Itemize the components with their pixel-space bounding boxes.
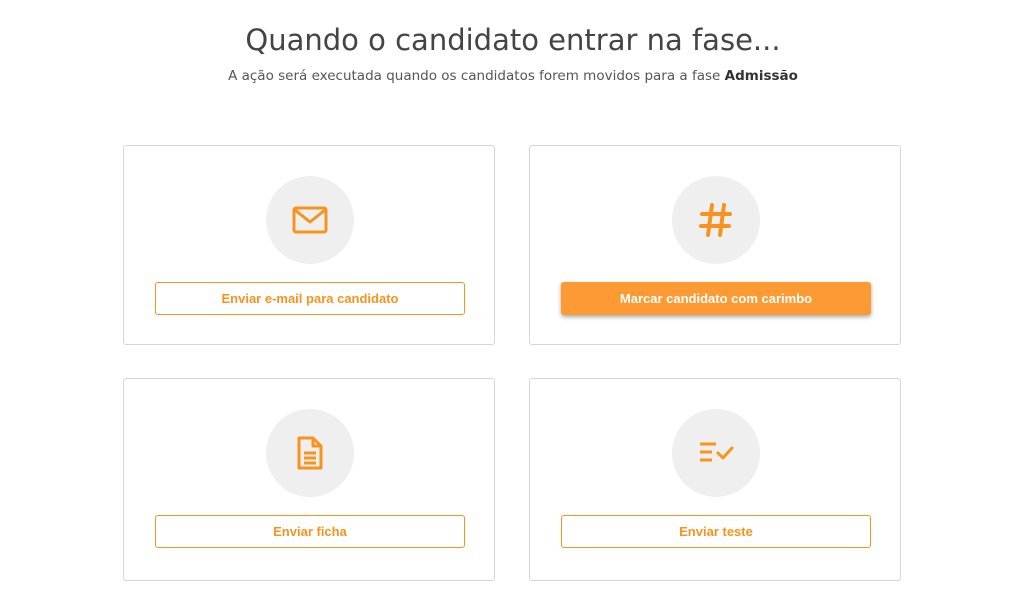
send-email-button[interactable]: Enviar e-mail para candidato xyxy=(155,282,465,315)
action-card-test: Enviar teste xyxy=(529,378,901,581)
subtitle-text: A ação será executada quando os candidat… xyxy=(228,68,725,84)
action-card-email: Enviar e-mail para candidato xyxy=(123,145,495,345)
action-card-form: Enviar ficha xyxy=(123,378,495,581)
stamp-candidate-button[interactable]: Marcar candidato com carimbo xyxy=(561,282,871,315)
document-icon xyxy=(266,409,354,497)
action-card-stamp: Marcar candidato com carimbo xyxy=(529,145,901,345)
checklist-icon xyxy=(672,409,760,497)
action-picker-page: Quando o candidato entrar na fase... A a… xyxy=(0,0,1026,604)
hash-icon xyxy=(672,176,760,264)
send-form-button[interactable]: Enviar ficha xyxy=(155,515,465,548)
send-test-button[interactable]: Enviar teste xyxy=(561,515,871,548)
page-title: Quando o candidato entrar na fase... xyxy=(245,23,781,57)
mail-icon xyxy=(266,176,354,264)
page-subtitle: A ação será executada quando os candidat… xyxy=(0,66,1026,86)
stage-name: Admissão xyxy=(724,68,798,84)
